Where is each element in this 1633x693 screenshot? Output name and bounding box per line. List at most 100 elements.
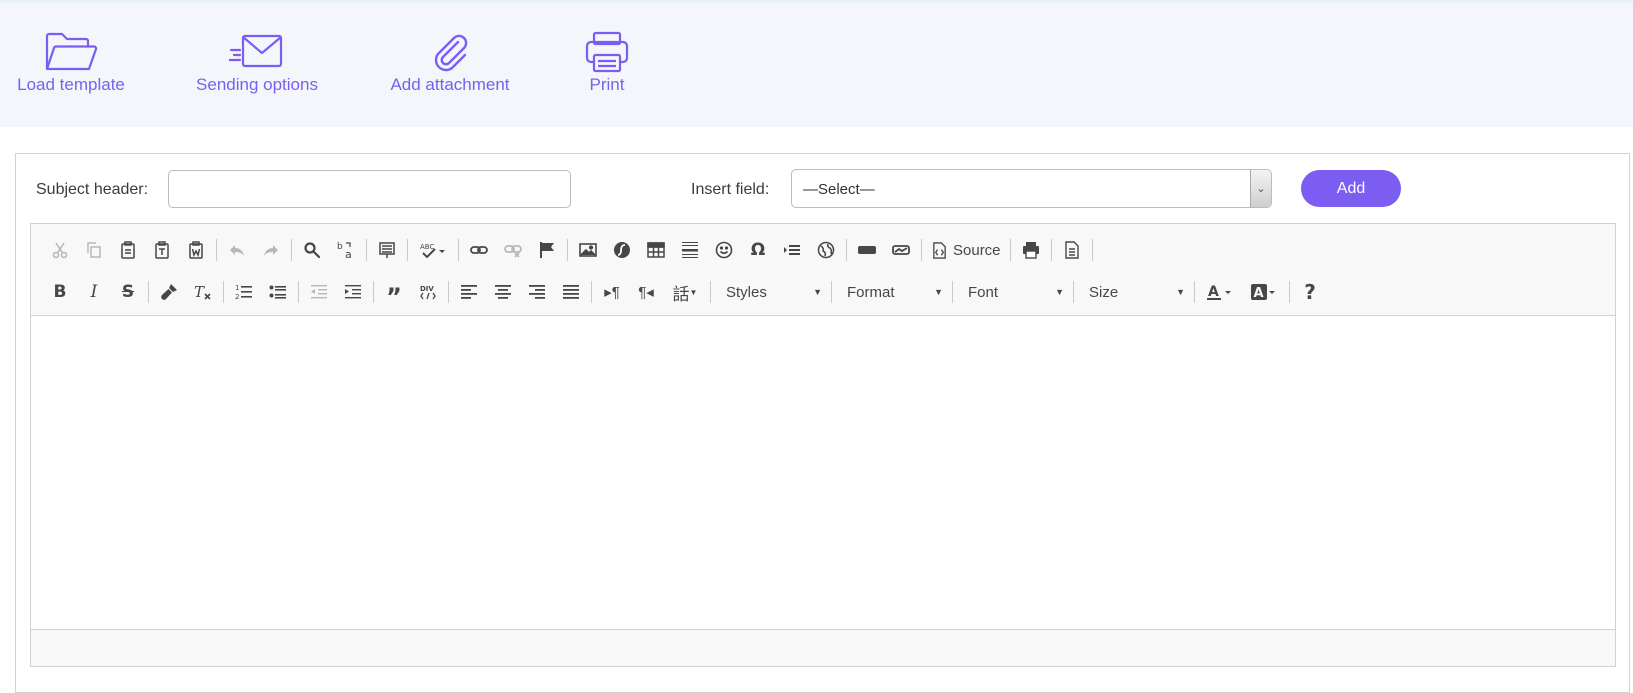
special-char-icon[interactable]: Ω xyxy=(741,235,775,265)
toolbar-separator xyxy=(1073,281,1074,303)
paste-word-icon[interactable] xyxy=(179,235,213,265)
page-break-icon[interactable] xyxy=(775,235,809,265)
toolbar-separator xyxy=(216,239,217,261)
size-label: Size xyxy=(1089,283,1119,301)
flash-icon[interactable] xyxy=(605,235,639,265)
toolbar-separator xyxy=(831,281,832,303)
unlink-icon[interactable] xyxy=(496,235,530,265)
print-button[interactable]: Print xyxy=(580,29,634,95)
font-label: Font xyxy=(968,283,999,301)
templates-icon[interactable] xyxy=(1055,235,1089,265)
replace-icon[interactable]: ba xyxy=(329,235,363,265)
select-all-icon[interactable] xyxy=(370,235,404,265)
toolbar-separator xyxy=(223,281,224,303)
paste-text-icon[interactable] xyxy=(145,235,179,265)
bold-icon[interactable]: B xyxy=(43,277,77,307)
svg-text:DIV: DIV xyxy=(420,285,434,293)
styles-dropdown[interactable]: Styles ▼ xyxy=(714,277,828,307)
redo-icon[interactable] xyxy=(254,235,288,265)
svg-text:ABC: ABC xyxy=(420,243,434,251)
spellcheck-icon[interactable]: ABC xyxy=(411,235,455,265)
language-icon[interactable]: 話 ▼ xyxy=(663,277,707,307)
indent-icon[interactable] xyxy=(336,277,370,307)
svg-text:2: 2 xyxy=(235,293,239,301)
paste-icon[interactable] xyxy=(111,235,145,265)
text-direction-rtl-icon[interactable]: ¶◂ xyxy=(629,277,663,307)
toolbar-separator xyxy=(1194,281,1195,303)
message-editor-panel: Subject header: Insert field: —Select— ⌄… xyxy=(15,153,1630,693)
numbered-list-icon[interactable]: 12 xyxy=(227,277,261,307)
editor-content-area[interactable] xyxy=(31,316,1615,629)
toolbar-separator xyxy=(710,281,711,303)
outdent-icon[interactable] xyxy=(302,277,336,307)
align-right-icon[interactable] xyxy=(520,277,554,307)
format-painter-icon[interactable] xyxy=(152,277,186,307)
envelope-icon xyxy=(229,29,285,75)
rich-text-editor: ba ABC Ω Source B I S T 1 2 ” DIV ▸¶ ¶◂ … xyxy=(30,223,1616,667)
styles-label: Styles xyxy=(726,283,767,301)
background-color-icon[interactable]: A xyxy=(1242,277,1286,307)
toolbar-separator xyxy=(1091,239,1093,261)
print-preview-icon[interactable] xyxy=(1014,235,1048,265)
create-div-icon[interactable]: DIV xyxy=(411,277,445,307)
image-icon[interactable] xyxy=(571,235,605,265)
align-center-icon[interactable] xyxy=(486,277,520,307)
toolbar-separator xyxy=(291,239,292,261)
bulleted-list-icon[interactable] xyxy=(261,277,295,307)
svg-text:A: A xyxy=(1208,284,1219,300)
text-direction-ltr-icon[interactable]: ▸¶ xyxy=(595,277,629,307)
image-button-icon[interactable] xyxy=(884,235,918,265)
format-dropdown[interactable]: Format ▼ xyxy=(835,277,949,307)
subject-header-input[interactable] xyxy=(168,170,571,208)
undo-icon[interactable] xyxy=(220,235,254,265)
copy-icon[interactable] xyxy=(77,235,111,265)
toolbar-separator xyxy=(1289,281,1290,303)
align-left-icon[interactable] xyxy=(452,277,486,307)
table-icon[interactable] xyxy=(639,235,673,265)
add-attachment-label: Add attachment xyxy=(390,75,510,94)
format-label: Format xyxy=(847,283,895,301)
source-icon xyxy=(933,241,946,259)
strikethrough-icon[interactable]: S xyxy=(111,277,145,307)
chevron-down-icon[interactable]: ⌄ xyxy=(1250,170,1271,207)
justify-icon[interactable] xyxy=(554,277,588,307)
load-template-button[interactable]: Load template xyxy=(16,29,126,95)
insert-field-select[interactable]: —Select— ⌄ xyxy=(791,169,1272,208)
toolbar-separator xyxy=(448,281,449,303)
blockquote-icon[interactable]: ” xyxy=(377,277,411,311)
form-field-icon[interactable] xyxy=(850,235,884,265)
chevron-down-icon: ▼ xyxy=(934,287,943,297)
remove-format-icon[interactable]: T xyxy=(186,277,220,307)
svg-text:A: A xyxy=(1254,286,1264,301)
toolbar-separator xyxy=(846,239,847,261)
chevron-down-icon: ▼ xyxy=(1055,287,1064,297)
svg-text:b: b xyxy=(337,242,343,252)
toolbar-separator xyxy=(952,281,953,303)
italic-icon[interactable]: I xyxy=(77,277,111,307)
link-icon[interactable] xyxy=(462,235,496,265)
add-field-button[interactable]: Add xyxy=(1301,170,1401,207)
toolbar-separator xyxy=(567,239,568,261)
top-action-bar: Load template Sending options Add attach… xyxy=(0,0,1633,127)
svg-text:1: 1 xyxy=(235,284,239,292)
find-icon[interactable] xyxy=(295,235,329,265)
size-dropdown[interactable]: Size ▼ xyxy=(1077,277,1191,307)
source-label: Source xyxy=(953,241,1001,259)
anchor-flag-icon[interactable] xyxy=(530,235,564,265)
cut-icon[interactable] xyxy=(43,235,77,265)
add-attachment-button[interactable]: Add attachment xyxy=(388,29,512,95)
help-icon[interactable]: ? xyxy=(1293,277,1327,307)
sending-options-button[interactable]: Sending options xyxy=(192,29,322,95)
text-color-icon[interactable]: A xyxy=(1198,277,1242,307)
smiley-icon[interactable] xyxy=(707,235,741,265)
toolbar-separator xyxy=(373,281,374,303)
load-template-label: Load template xyxy=(17,75,125,94)
iframe-globe-icon[interactable] xyxy=(809,235,843,265)
source-button[interactable]: Source xyxy=(925,235,1007,265)
toolbar-row-1: ba ABC Ω Source xyxy=(43,233,1096,267)
paperclip-icon xyxy=(422,29,478,75)
toolbar-separator xyxy=(458,239,459,261)
horizontal-rule-icon[interactable] xyxy=(673,235,707,265)
toolbar-separator xyxy=(148,281,149,303)
font-dropdown[interactable]: Font ▼ xyxy=(956,277,1070,307)
